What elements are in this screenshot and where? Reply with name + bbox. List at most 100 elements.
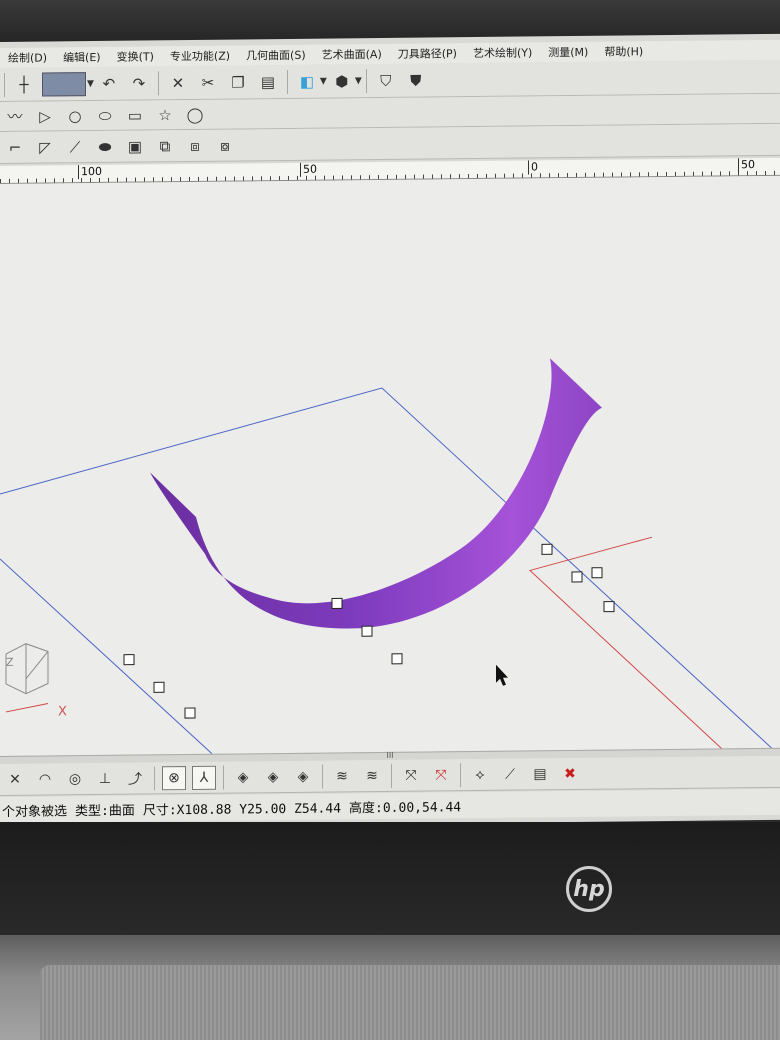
corner-icon[interactable]: ⌐ <box>3 135 27 159</box>
line-icon[interactable]: ┼ <box>12 72 36 96</box>
menu-edit[interactable]: 编辑(E) <box>55 49 109 66</box>
chevron-down-icon[interactable]: ▼ <box>87 79 94 89</box>
frame-icon[interactable]: ▣ <box>123 134 147 158</box>
shield-solid-icon[interactable]: ⛊ <box>404 68 428 92</box>
node-add-icon[interactable]: ⧈ <box>183 133 207 157</box>
selection-handle[interactable] <box>361 625 373 637</box>
star-icon[interactable]: ☆ <box>153 103 177 127</box>
3d-viewport[interactable]: Z X <box>0 175 780 757</box>
bounding-frame-red <box>528 536 731 757</box>
selection-handle[interactable] <box>591 567 603 579</box>
node-edit-icon[interactable]: ⧇ <box>213 133 237 157</box>
selection-handle[interactable] <box>603 601 615 613</box>
triangle-icon[interactable]: ▷ <box>33 104 57 128</box>
menu-geometric-surface[interactable]: 几何曲面(S) <box>238 47 314 64</box>
bounding-frame-blue-edge <box>0 558 213 755</box>
snap-perpendicular-icon[interactable]: ⊥ <box>93 766 117 790</box>
axis-z-label: Z <box>6 656 14 669</box>
bounding-frame-blue <box>0 387 780 757</box>
shield-outline-icon[interactable]: ⛉ <box>374 68 398 92</box>
hp-logo: hp <box>566 866 612 912</box>
view-side-icon[interactable]: ◈ <box>291 764 315 788</box>
edit-curve-toolbar: ⌐ ◸ ⟋ ⬬ ▣ ⧉ ⧈ ⧇ <box>0 123 780 164</box>
snap-circle-icon[interactable]: ◎ <box>63 767 87 791</box>
ruler-label: 0 <box>528 160 538 175</box>
axis-x-label: X <box>58 704 67 719</box>
speaker-grille <box>40 965 780 1040</box>
menu-art-drawing[interactable]: 艺术绘制(Y) <box>465 44 540 61</box>
status-selection: 个对象被选 <box>2 803 68 820</box>
menu-art-surface[interactable]: 艺术曲面(A) <box>314 46 390 63</box>
toolbar-separator <box>4 72 5 97</box>
view-top-icon[interactable]: ◈ <box>231 765 255 789</box>
toolbar-separator <box>365 68 367 93</box>
view-front-icon[interactable]: ◈ <box>261 765 285 789</box>
menu-draw[interactable]: 绘制(D) <box>0 49 55 66</box>
toolbar-separator <box>460 762 461 787</box>
chevron-down-icon[interactable]: ▼ <box>355 76 362 86</box>
toolbar-separator <box>322 764 323 789</box>
circle-large-icon[interactable]: ◯ <box>183 102 207 126</box>
snap-axis-icon[interactable]: ⅄ <box>192 765 216 790</box>
redo-icon[interactable]: ↷ <box>127 71 151 95</box>
menu-toolpath[interactable]: 刀具路径(P) <box>390 45 465 62</box>
menu-transform[interactable]: 变换(T) <box>109 48 162 65</box>
menu-professional[interactable]: 专业功能(Z) <box>162 48 238 65</box>
ruler-label: 50 <box>738 158 755 173</box>
delete-icon[interactable]: ✕ <box>166 71 190 95</box>
layer-add-icon[interactable]: ≋ <box>360 763 384 787</box>
selection-handle[interactable] <box>541 543 553 555</box>
selection-handle[interactable] <box>331 597 343 610</box>
selection-handle[interactable] <box>571 571 583 583</box>
menu-help[interactable]: 帮助(H) <box>596 43 651 60</box>
toolbar-separator <box>391 763 392 788</box>
selection-handle[interactable] <box>123 654 135 666</box>
undo-icon[interactable]: ↶ <box>97 71 121 95</box>
paste-icon[interactable]: ▤ <box>256 70 280 94</box>
path-list-icon[interactable]: ▤ <box>528 762 552 786</box>
offset-icon[interactable]: ⬬ <box>93 134 117 158</box>
snap-arc-icon[interactable]: ◠ <box>33 767 57 791</box>
node-icon[interactable]: ⧉ <box>153 134 177 158</box>
status-height: 高度:0.00,54.44 <box>349 799 462 816</box>
selection-handle[interactable] <box>391 653 403 665</box>
polyline-icon[interactable]: 〰 <box>3 104 27 128</box>
status-type: 类型:曲面 <box>75 803 135 819</box>
splitter-grip: III <box>386 750 394 760</box>
ellipse-icon[interactable]: ⬭ <box>93 103 117 127</box>
purple-surface[interactable] <box>150 358 602 631</box>
status-size: 尺寸:X108.88 Y25.00 Z54.44 <box>142 800 342 819</box>
snap-intersect-icon[interactable]: ✕ <box>3 767 27 791</box>
copy-icon[interactable]: ❐ <box>226 70 250 94</box>
menu-measure[interactable]: 测量(M) <box>540 44 596 61</box>
circle-icon[interactable]: ○ <box>63 104 87 128</box>
ruler-label: 100 <box>78 164 102 180</box>
shade-icon[interactable]: ⬢ <box>330 69 354 93</box>
cad-application-window: 绘制(D) 编辑(E) 变换(T) 专业功能(Z) 几何曲面(S) 艺术曲面(A… <box>0 33 780 829</box>
rectangle-icon[interactable]: ▭ <box>123 103 147 127</box>
toolbar-separator <box>223 765 224 790</box>
mouse-cursor-icon <box>496 664 508 686</box>
path-edit-icon[interactable]: ⟋ <box>498 762 522 786</box>
snap-point-icon[interactable]: ⊗ <box>162 765 186 790</box>
axis-triad-icon <box>5 643 49 713</box>
toolbar-separator <box>157 70 159 95</box>
selection-handle[interactable] <box>184 707 196 719</box>
delete-path-icon[interactable]: ✖ <box>558 761 582 785</box>
cube-view-icon[interactable]: ◧ <box>295 69 319 93</box>
monitor-bezel-bottom <box>0 822 780 942</box>
select-icon[interactable]: ⤧ <box>399 763 423 787</box>
toolbar-separator <box>154 765 155 790</box>
chamfer-icon[interactable]: ◸ <box>33 135 57 159</box>
snap-tangent-icon[interactable]: ⤴ <box>123 766 147 790</box>
trim-icon[interactable]: ⟋ <box>63 135 87 159</box>
deselect-icon[interactable]: ⤧ <box>429 763 453 787</box>
chevron-down-icon[interactable]: ▼ <box>320 76 327 86</box>
path-icon[interactable]: ⟡ <box>468 762 492 786</box>
select-box-icon[interactable] <box>42 71 86 97</box>
toolbar-separator <box>286 69 288 94</box>
ruler-label: 50 <box>300 162 317 177</box>
selection-handle[interactable] <box>153 681 165 693</box>
layer-icon[interactable]: ≋ <box>330 764 354 788</box>
cut-icon[interactable]: ✂ <box>196 70 220 94</box>
